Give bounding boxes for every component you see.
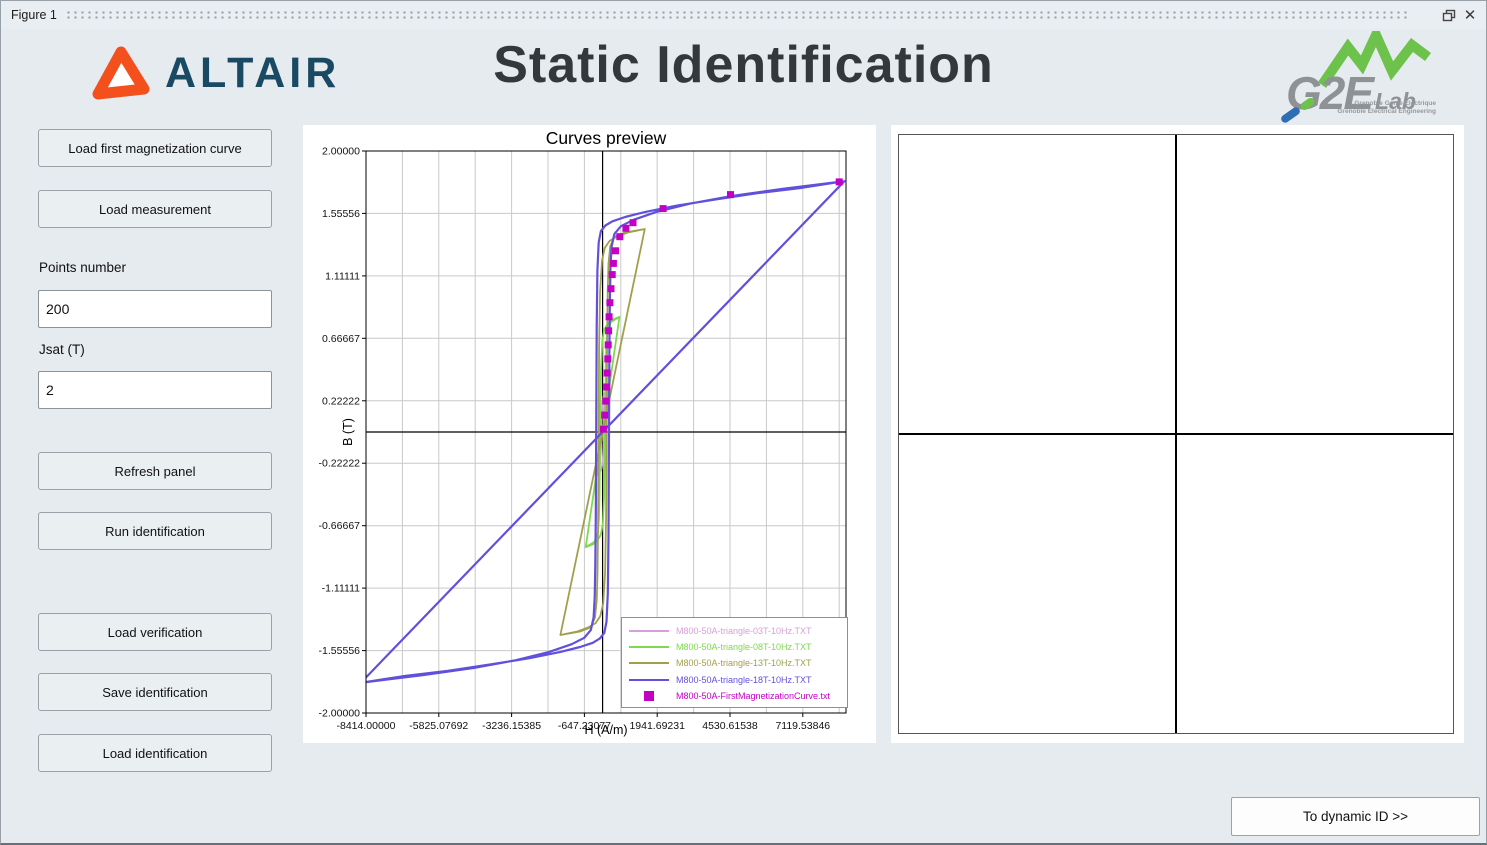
legend-marker-swatch (628, 691, 670, 701)
run-identification-button[interactable]: Run identification (38, 512, 272, 550)
legend-entry: M800-50A-triangle-03T-10Hz.TXT (628, 623, 843, 639)
refresh-panel-button[interactable]: Refresh panel (38, 452, 272, 490)
legend-label: M800-50A-FirstMagnetizationCurve.txt (676, 691, 830, 701)
legend-label: M800-50A-triangle-03T-10Hz.TXT (676, 626, 812, 636)
g2e-lab-logo: G2ELab Grenoble Génie Electrique Grenobl… (1284, 31, 1436, 121)
legend-entry: M800-50A-FirstMagnetizationCurve.txt (628, 688, 843, 704)
points-number-label: Points number (39, 260, 126, 275)
svg-text:-1.11111: -1.11111 (322, 583, 360, 595)
titlebar-drag-handle[interactable] (65, 10, 1408, 20)
save-identification-button[interactable]: Save identification (38, 673, 272, 711)
chart-legend: M800-50A-triangle-03T-10Hz.TXT M800-50A-t… (621, 617, 848, 708)
svg-text:-1.55556: -1.55556 (319, 645, 361, 657)
svg-text:1.55556: 1.55556 (322, 208, 360, 220)
g2e-subtitle-en: Grenoble Electrical Engineering (1316, 108, 1436, 117)
restore-window-icon[interactable] (1440, 7, 1458, 23)
legend-line-swatch (628, 662, 670, 664)
legend-label: M800-50A-triangle-18T-10Hz.TXT (676, 675, 812, 685)
legend-line-swatch (628, 679, 670, 681)
axes-horizontal-divider (899, 433, 1453, 435)
points-number-input[interactable] (38, 290, 272, 328)
svg-text:-0.22222: -0.22222 (319, 458, 361, 470)
window-title: Figure 1 (11, 8, 57, 22)
svg-text:0.22222: 0.22222 (322, 395, 360, 407)
svg-text:2.00000: 2.00000 (322, 146, 360, 158)
close-window-icon[interactable]: ✕ (1461, 7, 1479, 23)
legend-label: M800-50A-triangle-08T-10Hz.TXT (676, 642, 812, 652)
jsat-label: Jsat (T) (39, 342, 85, 357)
legend-label: M800-50A-triangle-13T-10Hz.TXT (676, 658, 812, 668)
empty-results-axes-grid (898, 134, 1454, 734)
legend-entry: M800-50A-triangle-13T-10Hz.TXT (628, 655, 843, 671)
results-panel (891, 125, 1464, 743)
titlebar: Figure 1 ✕ (1, 1, 1486, 29)
legend-entry: M800-50A-triangle-18T-10Hz.TXT (628, 672, 843, 688)
to-dynamic-id-button[interactable]: To dynamic ID >> (1231, 797, 1480, 836)
load-first-magnetization-curve-button[interactable]: Load first magnetization curve (38, 129, 272, 167)
svg-text:-0.66667: -0.66667 (319, 520, 361, 532)
load-verification-button[interactable]: Load verification (38, 613, 272, 651)
page-title: Static Identification (1, 35, 1486, 95)
svg-text:-2.00000: -2.00000 (319, 708, 361, 720)
figure-window: Figure 1 ✕ ALTAIR Static Identification … (0, 0, 1487, 845)
load-measurement-button[interactable]: Load measurement (38, 190, 272, 228)
load-identification-button[interactable]: Load identification (38, 734, 272, 772)
legend-line-swatch (628, 630, 670, 632)
svg-text:0.66667: 0.66667 (322, 333, 360, 345)
x-axis-label: H (A/m) (366, 723, 846, 737)
svg-text:1.11111: 1.11111 (325, 270, 360, 282)
legend-entry: M800-50A-triangle-08T-10Hz.TXT (628, 639, 843, 655)
curves-preview-panel: Curves preview B (T) -8414.00000-5825.07… (303, 125, 876, 743)
jsat-input[interactable] (38, 371, 272, 409)
legend-line-swatch (628, 646, 670, 648)
